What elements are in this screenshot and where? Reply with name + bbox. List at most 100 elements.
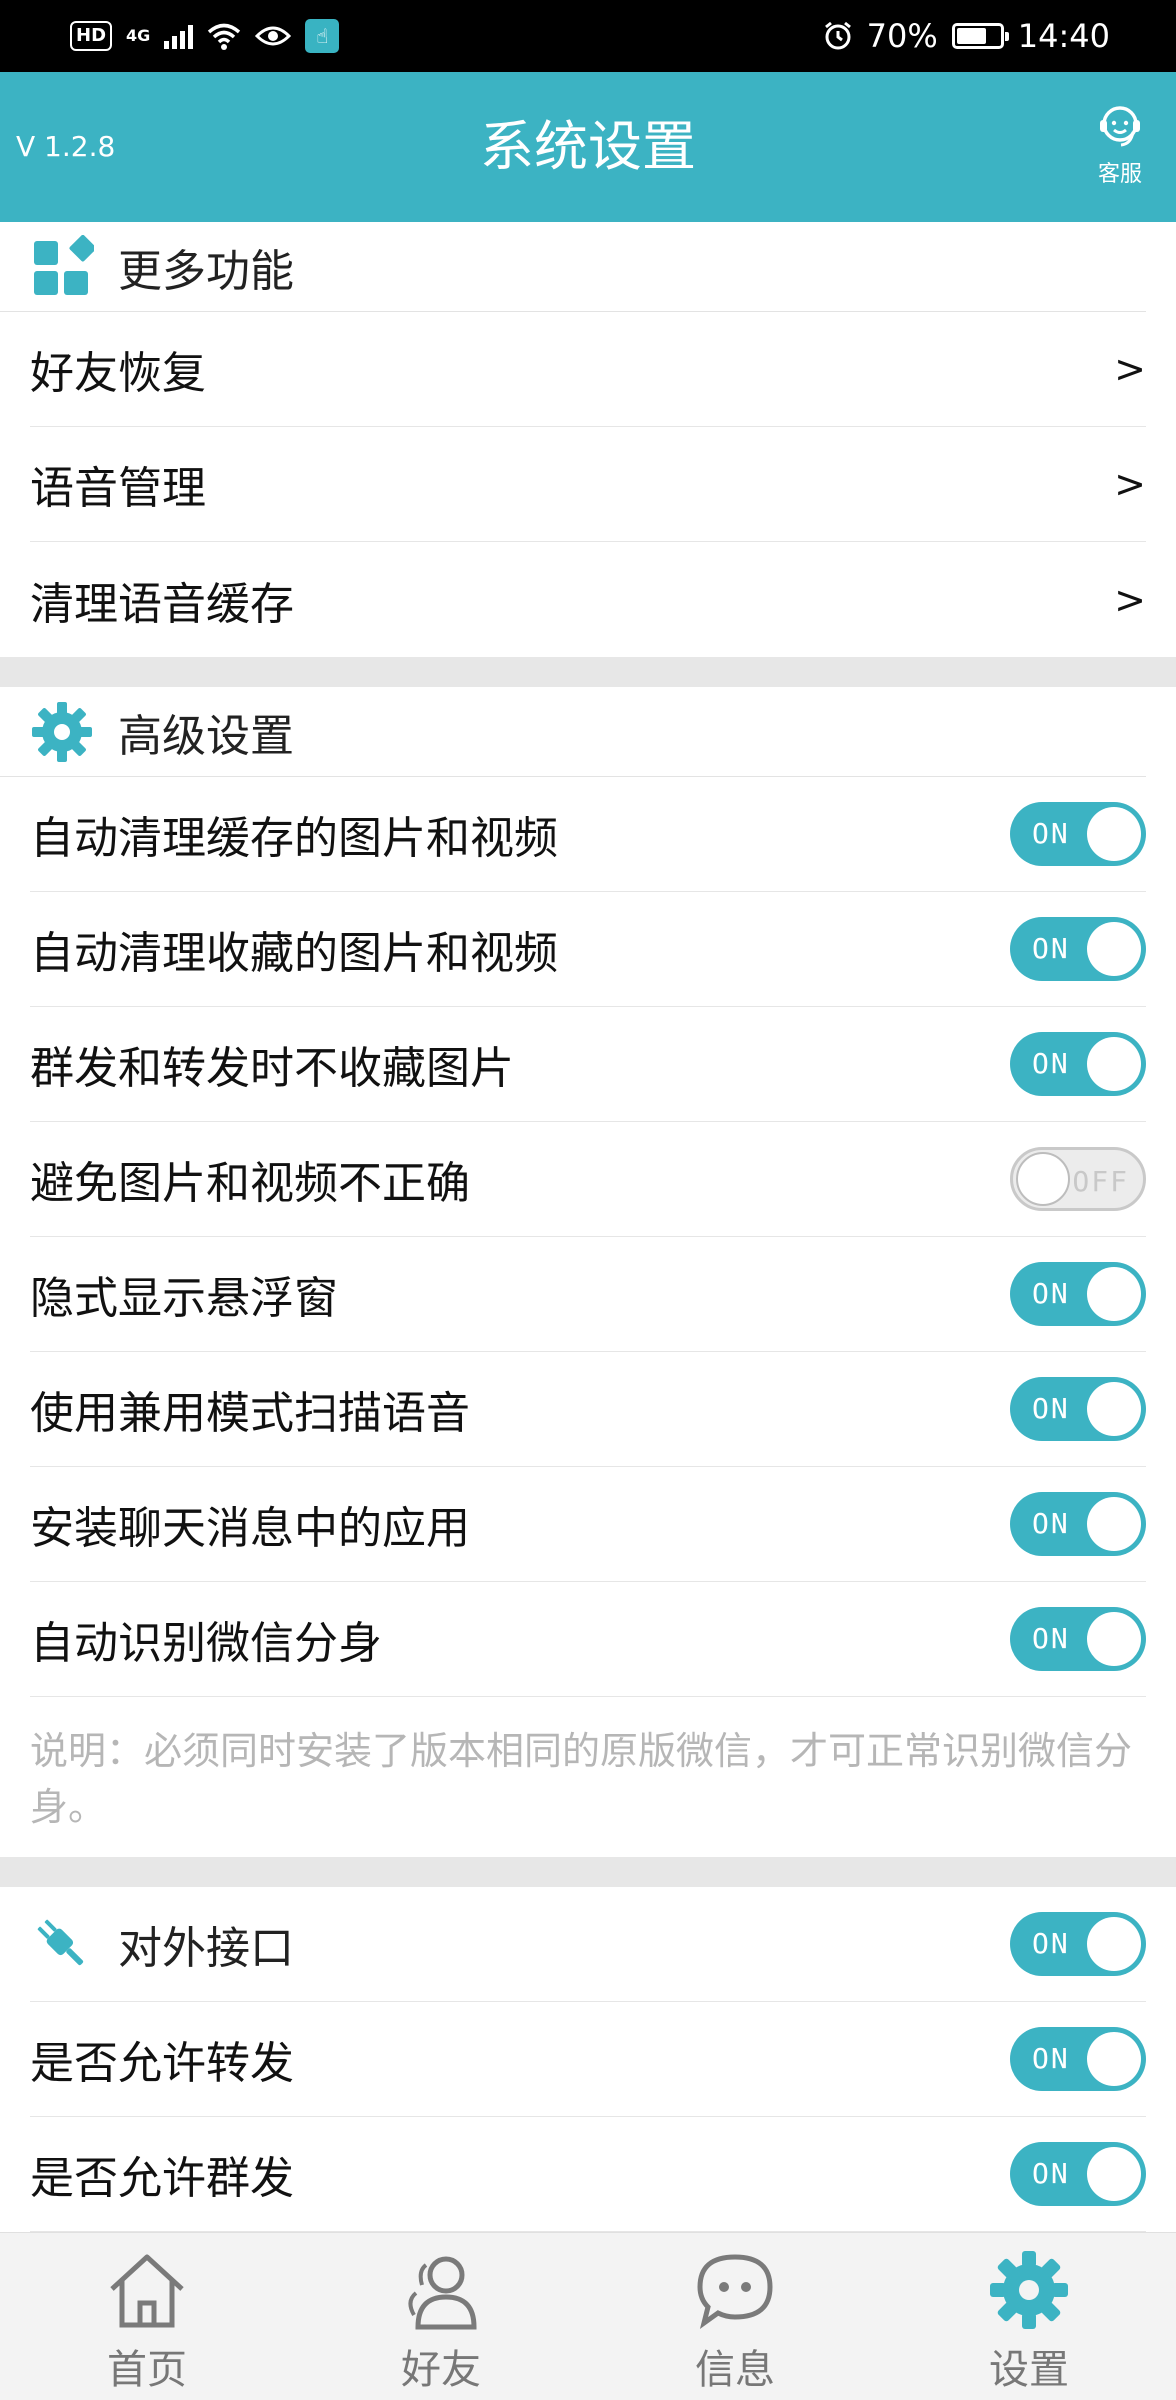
toggle-text: ON xyxy=(1032,1047,1070,1080)
row-label: 使用兼用模式扫描语音 xyxy=(30,1388,470,1439)
nav-label: 信息 xyxy=(695,2347,775,2393)
toggle-text: ON xyxy=(1032,1392,1070,1425)
toggle-text: ON xyxy=(1032,1507,1070,1540)
battery-icon xyxy=(951,23,1009,49)
nav-settings[interactable]: 设置 xyxy=(882,2233,1176,2400)
toggle-text: ON xyxy=(1032,1927,1070,1960)
app-notification-icon: ☝ xyxy=(305,19,340,53)
nav-messages[interactable]: 信息 xyxy=(588,2233,882,2400)
toggle-text: ON xyxy=(1032,817,1070,850)
eye-icon xyxy=(255,26,292,46)
row-clear-voice-cache[interactable]: 清理语音缓存 > xyxy=(30,542,1146,657)
toggle-switch[interactable]: ON xyxy=(1010,1377,1146,1441)
row-label: 是否允许群发 xyxy=(30,2153,294,2204)
row-install-chat-apps: 安装聊天消息中的应用 ON xyxy=(30,1467,1146,1582)
section-external-api: 对外接口 ON 是否允许转发 ON 是否允许群发 ON xyxy=(0,1887,1176,2232)
toggle-switch[interactable]: ON xyxy=(1010,917,1146,981)
toggle-text: ON xyxy=(1032,932,1070,965)
toggle-knob xyxy=(1087,2032,1141,2086)
network-type: 4G xyxy=(126,26,151,45)
toggle-text: ON xyxy=(1032,1622,1070,1655)
toggle-knob xyxy=(1087,1037,1141,1091)
alarm-icon xyxy=(824,21,851,50)
nav-label: 设置 xyxy=(989,2347,1069,2393)
section-divider xyxy=(0,657,1176,687)
bottom-nav: 首页 好友 信息 设置 xyxy=(0,2232,1176,2400)
row-friend-recovery[interactable]: 好友恢复 > xyxy=(30,312,1146,427)
row-label: 清理语音缓存 xyxy=(30,578,294,630)
message-icon xyxy=(697,2254,773,2329)
section-header-advanced: 高级设置 xyxy=(0,687,1146,777)
row-label: 是否允许转发 xyxy=(30,2038,294,2089)
toggle-switch[interactable]: ON xyxy=(1010,2142,1146,2206)
battery-level xyxy=(956,28,986,44)
row-no-favorite-on-forward: 群发和转发时不收藏图片 ON xyxy=(30,1007,1146,1122)
toggle-text: OFF xyxy=(1072,1165,1129,1198)
row-label: 自动清理缓存的图片和视频 xyxy=(30,813,558,864)
section-more-functions: 更多功能 好友恢复 > 语音管理 > 清理语音缓存 > xyxy=(0,222,1176,657)
section-title: 对外接口 xyxy=(118,1923,294,1974)
toggle-switch[interactable]: ON xyxy=(1010,1912,1146,1976)
row-voice-management[interactable]: 语音管理 > xyxy=(30,427,1146,542)
toggle-knob xyxy=(1016,1152,1070,1206)
toggle-switch[interactable]: ON xyxy=(1010,1492,1146,1556)
customer-service-button[interactable]: 客服 xyxy=(1078,100,1162,188)
row-label: 语音管理 xyxy=(30,463,206,514)
toggle-switch[interactable]: ON xyxy=(1010,1607,1146,1671)
chevron-right-icon: > xyxy=(1114,577,1146,622)
nav-friends[interactable]: 好友 xyxy=(294,2233,588,2400)
toggle-switch[interactable]: OFF xyxy=(1010,1147,1146,1211)
row-allow-forward: 是否允许转发 ON xyxy=(30,2002,1146,2117)
status-left: HD 4G ☝ xyxy=(70,19,340,53)
toggle-text: ON xyxy=(1032,2157,1070,2190)
nav-label: 首页 xyxy=(107,2347,187,2393)
row-hidden-floating-window: 隐式显示悬浮窗 ON xyxy=(30,1237,1146,1352)
row-detect-wechat-clone: 自动识别微信分身 ON xyxy=(30,1582,1146,1697)
toggle-knob xyxy=(1087,922,1141,976)
toggle-switch[interactable]: ON xyxy=(1010,1262,1146,1326)
row-allow-mass-send: 是否允许群发 ON xyxy=(30,2117,1146,2232)
battery-percent: 70% xyxy=(866,17,938,55)
toggle-knob xyxy=(1087,807,1141,861)
toggle-text: ON xyxy=(1032,2042,1070,2075)
row-label: 避免图片和视频不正确 xyxy=(30,1158,470,1209)
settings-content[interactable]: 更多功能 好友恢复 > 语音管理 > 清理语音缓存 > 高级设置 自动清理缓存的… xyxy=(0,222,1176,2232)
headset-icon xyxy=(1100,106,1140,147)
title-bar: V 1.2.8 系统设置 客服 xyxy=(0,72,1176,222)
toggle-knob xyxy=(1087,1612,1141,1666)
chevron-right-icon: > xyxy=(1114,462,1146,506)
toggle-knob xyxy=(1087,1382,1141,1436)
toggle-switch[interactable]: ON xyxy=(1010,1032,1146,1096)
section-divider xyxy=(0,1857,1176,1887)
section-header-api: 对外接口 ON xyxy=(30,1887,1146,2002)
row-label: 安装聊天消息中的应用 xyxy=(30,1503,470,1554)
row-compat-voice-scan: 使用兼用模式扫描语音 ON xyxy=(30,1352,1146,1467)
toggle-knob xyxy=(1087,1917,1141,1971)
row-label: 好友恢复 xyxy=(30,348,206,399)
home-icon xyxy=(110,2254,184,2328)
toggle-knob xyxy=(1087,1497,1141,1551)
section-header-left: 对外接口 xyxy=(30,1912,294,1976)
wifi-icon xyxy=(208,23,241,50)
status-right: 70% 14:40 xyxy=(823,17,1110,55)
nav-home[interactable]: 首页 xyxy=(0,2233,294,2400)
row-auto-clean-favorites-media: 自动清理收藏的图片和视频 ON xyxy=(30,892,1146,1007)
gear-icon xyxy=(32,701,92,762)
toggle-switch[interactable]: ON xyxy=(1010,2027,1146,2091)
toggle-knob xyxy=(1087,1267,1141,1321)
row-label: 自动清理收藏的图片和视频 xyxy=(30,928,558,979)
row-avoid-incorrect-media: 避免图片和视频不正确 OFF xyxy=(30,1122,1146,1237)
signal-icon xyxy=(164,23,194,49)
apps-icon xyxy=(34,234,94,295)
section-advanced-settings: 高级设置 自动清理缓存的图片和视频 ON 自动清理收藏的图片和视频 ON 群发和… xyxy=(0,687,1176,1857)
section-title: 更多功能 xyxy=(118,245,294,297)
chevron-right-icon: > xyxy=(1114,347,1146,391)
note-text: 说明：必须同时安装了版本相同的原版微信，才可正常识别微信分身。 xyxy=(30,1729,1133,1829)
settings-icon xyxy=(990,2251,1068,2329)
friends-icon xyxy=(408,2256,477,2330)
row-label: 自动识别微信分身 xyxy=(30,1618,382,1669)
row-auto-clean-cache-media: 自动清理缓存的图片和视频 ON xyxy=(30,777,1146,892)
nav-label: 好友 xyxy=(401,2347,481,2393)
page-title: 系统设置 xyxy=(480,115,696,178)
toggle-switch[interactable]: ON xyxy=(1010,802,1146,866)
